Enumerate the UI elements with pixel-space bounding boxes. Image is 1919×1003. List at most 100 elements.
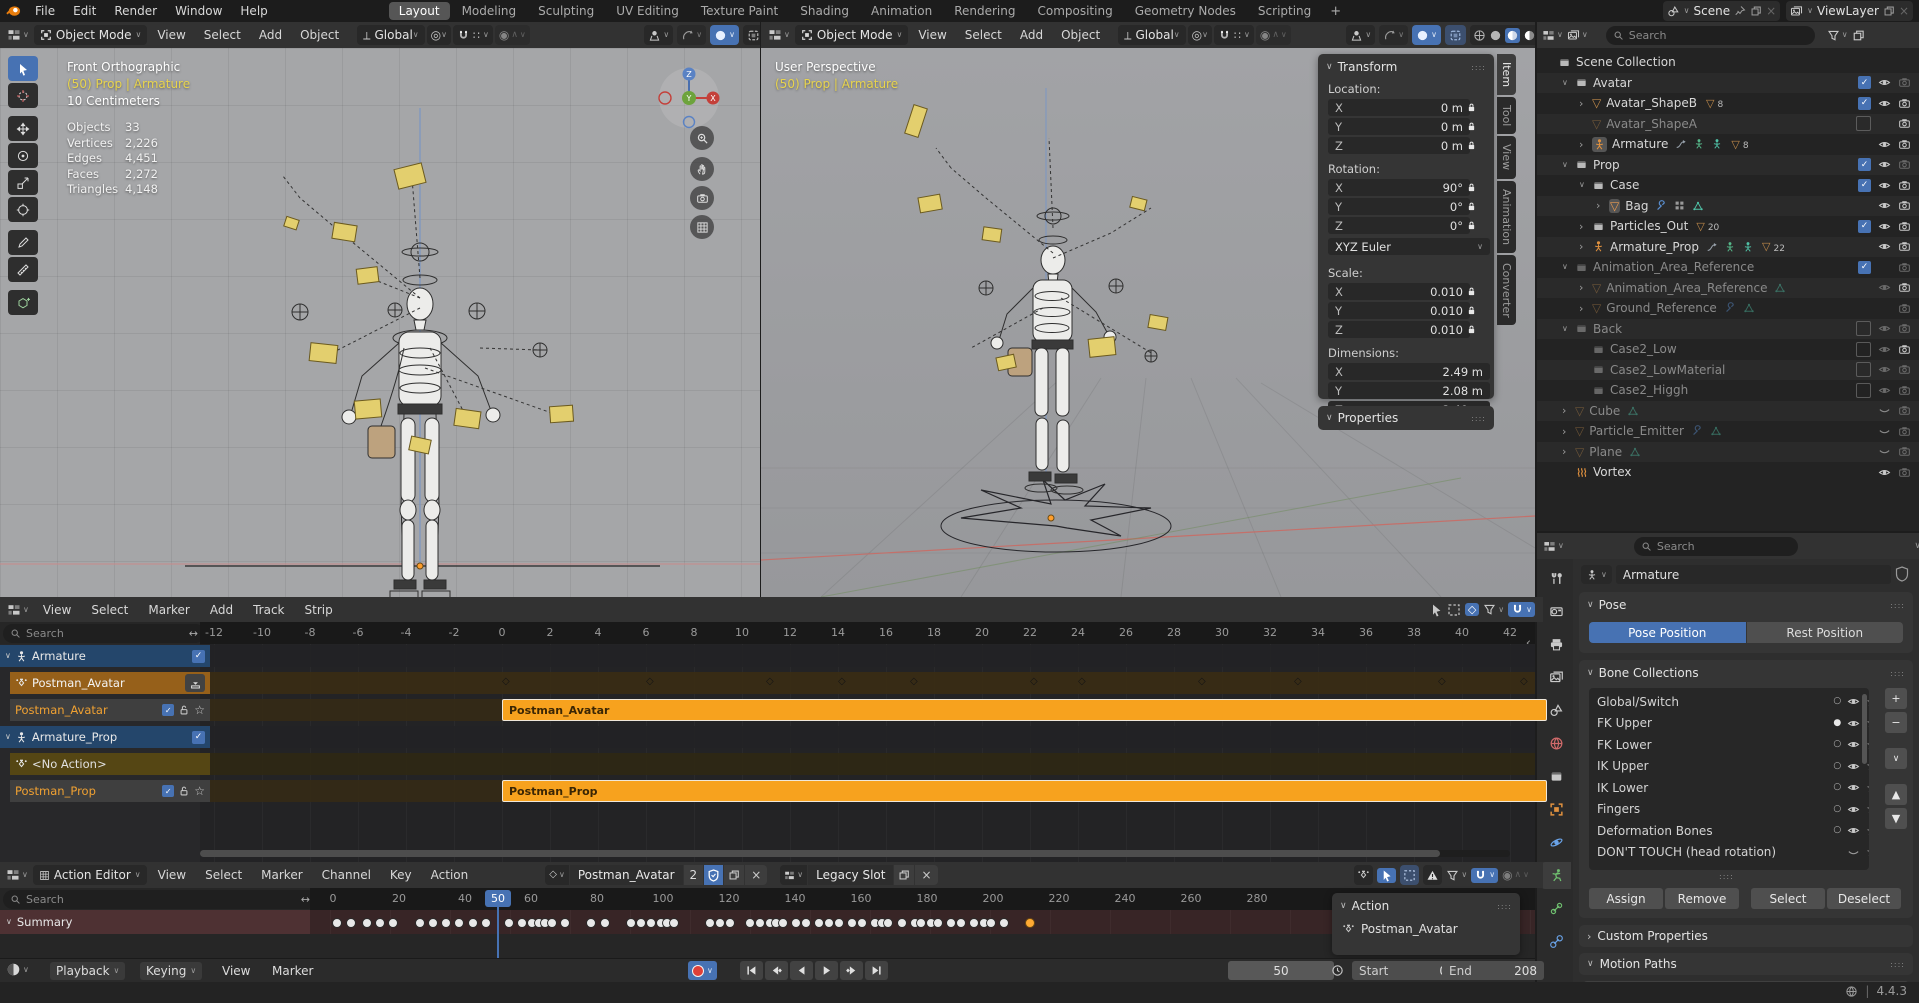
properties-tab-physics[interactable]	[1541, 829, 1571, 856]
bone-collection-row[interactable]: Deformation Bones○☆	[1589, 820, 1869, 841]
outliner-search[interactable]: Search	[1606, 26, 1815, 45]
topbar-menu-window[interactable]: Window	[166, 4, 231, 18]
playhead-line[interactable]	[497, 906, 499, 958]
keyframe-diamond[interactable]: ◇	[766, 677, 774, 687]
nla-editor-type-button[interactable]: ∨	[4, 603, 32, 617]
keyframe[interactable]	[897, 918, 907, 928]
vp-right-editor-type-button[interactable]: ∨	[765, 28, 793, 42]
unlink-slot-button[interactable]: ×	[915, 865, 937, 885]
dope-menu-marker[interactable]: Marker	[253, 868, 310, 882]
outliner-row[interactable]: ∨Case✓	[1537, 175, 1919, 195]
keyframe[interactable]	[916, 918, 926, 928]
checkbox-enabled[interactable]: ✓	[1858, 220, 1871, 233]
collapse-icon[interactable]: ›	[1579, 303, 1589, 314]
properties-tab-printer[interactable]	[1541, 631, 1571, 658]
unlock-icon[interactable]	[178, 704, 190, 716]
slot-name-field[interactable]: Legacy Slot	[808, 865, 893, 885]
keyframe[interactable]	[969, 918, 979, 928]
workspace-tab-rendering[interactable]: Rendering	[944, 2, 1025, 20]
action-users-count[interactable]: 2	[684, 865, 704, 885]
n-panel-tab-animation[interactable]: Animation	[1497, 181, 1516, 253]
vp-left-snap-dropdown[interactable]: ∷∨	[453, 25, 493, 45]
keyframe[interactable]	[626, 918, 636, 928]
push-down-button[interactable]	[185, 674, 205, 692]
hide-eye-icon[interactable]	[1878, 220, 1891, 233]
vp-left-xray-toggle[interactable]	[743, 25, 760, 45]
keyframe-diamond[interactable]: ◇	[910, 677, 918, 687]
transform-field-rotation-x[interactable]: X90°	[1328, 179, 1470, 196]
box-select-icon[interactable]	[1447, 603, 1461, 617]
workspace-tab-sculpting[interactable]: Sculpting	[528, 2, 604, 20]
bone-collection-row[interactable]: IK Upper○☆	[1589, 756, 1869, 777]
vp-left-menu-select[interactable]: Select	[196, 28, 249, 42]
transport-previous-frame-button[interactable]	[790, 961, 813, 980]
dope-menu-view[interactable]: View	[150, 868, 194, 882]
playbar-menu-keying[interactable]: Keying∨	[140, 962, 202, 980]
keyframe[interactable]	[346, 918, 356, 928]
collapse-icon[interactable]: ›	[1579, 241, 1589, 252]
transform-field-location-z[interactable]: Z0 m	[1328, 137, 1470, 154]
hide-eye-icon[interactable]	[1878, 466, 1891, 479]
transform-field-dimensions-y[interactable]: Y2.08 m	[1328, 382, 1490, 399]
vp-left-overlays-dropdown[interactable]: ∨	[710, 25, 739, 45]
keyframe-diamond[interactable]: ◇	[502, 677, 510, 687]
vp-left-orientation-dropdown[interactable]: ⟂Global∨	[357, 25, 424, 45]
solo-dot-icon[interactable]: ○	[1833, 697, 1841, 706]
workspace-tab-animation[interactable]: Animation	[861, 2, 942, 20]
keyframe-diamond[interactable]: ◇	[1078, 677, 1086, 687]
keyframe[interactable]	[362, 918, 372, 928]
nla-channel-object[interactable]: ∨Armature✓	[0, 645, 210, 667]
auto-keying-button[interactable]: ∨	[688, 961, 717, 980]
workspace-tab-scripting[interactable]: Scripting	[1248, 2, 1321, 20]
deselect-button[interactable]: Deselect	[1827, 888, 1901, 909]
n-panel-tab-tool[interactable]: Tool	[1497, 97, 1516, 134]
vp-left-editor-type-button[interactable]: ∨	[4, 28, 32, 42]
tweak-tool-icon[interactable]	[1429, 603, 1443, 617]
tool-measure-button[interactable]	[8, 257, 38, 282]
dope-menu-channel[interactable]: Channel	[314, 868, 379, 882]
transform-field-rotation-y[interactable]: Y0°	[1328, 198, 1470, 215]
dope-menu-key[interactable]: Key	[382, 868, 420, 882]
vp-left-visibility-dropdown[interactable]: ∨	[644, 25, 673, 45]
start-frame-field[interactable]: Start0	[1352, 961, 1454, 980]
unlink-action-button[interactable]: ×	[745, 865, 767, 885]
dope-editor-type-button[interactable]: ∨	[4, 868, 30, 882]
hide-eye-icon[interactable]	[1878, 97, 1891, 110]
end-frame-field[interactable]: End208	[1442, 961, 1544, 980]
shading-rendered-icon[interactable]	[1523, 29, 1535, 42]
outliner-row[interactable]: Vortex	[1537, 462, 1919, 482]
solo-star-icon[interactable]: ☆	[194, 785, 205, 797]
current-frame-badge[interactable]: 50	[485, 890, 511, 907]
lock-icon[interactable]	[1466, 305, 1477, 316]
keyframe[interactable]	[428, 918, 438, 928]
transform-field-scale-x[interactable]: X0.010	[1328, 283, 1470, 300]
expand-icon[interactable]: ∨	[1579, 181, 1589, 189]
nla-menu-view[interactable]: View	[34, 603, 80, 617]
vp-right-visibility-dropdown[interactable]: ∨	[1346, 25, 1375, 45]
keyframe[interactable]	[547, 918, 557, 928]
keyframe-diamond[interactable]: ◇	[1030, 677, 1038, 687]
hide-eye-icon[interactable]	[1878, 199, 1891, 212]
keyframe[interactable]	[517, 918, 527, 928]
dope-filter-button[interactable]: ∨	[1446, 869, 1467, 882]
properties-subpanel-header[interactable]: ∨Properties::::	[1318, 406, 1494, 430]
workspace-tab-modeling[interactable]: Modeling	[452, 2, 527, 20]
nla-menu-strip[interactable]: Strip	[296, 603, 342, 617]
topbar-menu-render[interactable]: Render	[105, 4, 166, 18]
pin-icon[interactable]	[1734, 5, 1746, 17]
keyframe[interactable]	[415, 918, 425, 928]
star-icon[interactable]: ☆	[1866, 846, 1869, 858]
breadcrumb-object-chip[interactable]: ∨	[1581, 565, 1612, 584]
keyframe[interactable]	[468, 918, 478, 928]
collapse-icon[interactable]: ›	[1579, 282, 1589, 293]
keyframe[interactable]	[824, 918, 834, 928]
bone-collections-header[interactable]: ∨Bone Collections::::	[1579, 660, 1913, 682]
star-icon[interactable]: ☆	[1866, 803, 1869, 815]
checkbox-enabled[interactable]: ✓	[1858, 261, 1871, 274]
tweak-tool-active[interactable]	[1377, 868, 1396, 883]
remove-button[interactable]: Remove	[1665, 888, 1739, 909]
rest-position-button[interactable]: Rest Position	[1747, 622, 1904, 643]
vp-left-pivot-dropdown[interactable]: ◎∨	[427, 25, 451, 45]
keyframe-selected[interactable]	[1025, 918, 1035, 928]
disable-render-icon[interactable]	[1898, 404, 1911, 417]
